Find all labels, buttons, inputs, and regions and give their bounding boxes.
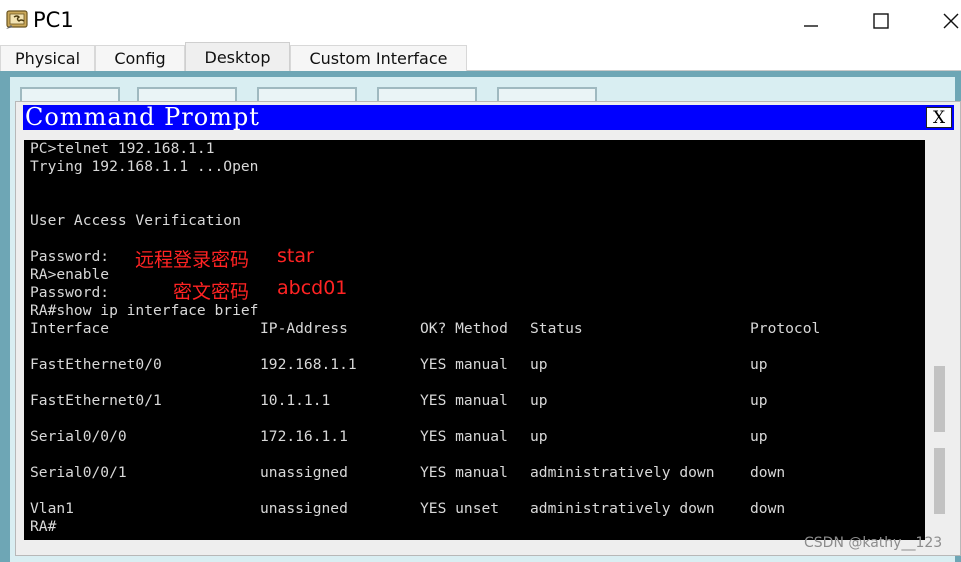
row-ok-method: YES manual [420, 392, 508, 409]
row-ip-address: 172.16.1.1 [260, 428, 348, 445]
row-status: administratively down [530, 500, 715, 517]
table-row: FastEthernet0/0 192.168.1.1 YES manual u… [30, 356, 910, 374]
command-prompt-titlebar: Command Prompt X [23, 103, 954, 131]
row-interface: Serial0/0/1 [30, 464, 127, 481]
row-ip-address: unassigned [260, 464, 348, 481]
window-title: PC1 [33, 8, 74, 32]
csdn-watermark: CSDN @kathy__123 [804, 535, 943, 551]
terminal-line: Password: [30, 248, 110, 265]
minimize-icon [804, 25, 818, 27]
maximize-icon [873, 13, 889, 29]
header-interface: Interface [30, 320, 110, 337]
row-status: administratively down [530, 464, 715, 481]
maximize-button[interactable] [861, 6, 901, 36]
header-ip-address: IP-Address [260, 320, 348, 337]
table-row: Serial0/0/1 unassigned YES manual admini… [30, 464, 910, 482]
minimize-button[interactable] [791, 6, 831, 36]
table-row: FastEthernet0/1 10.1.1.1 YES manual up u… [30, 392, 910, 410]
table-row: Serial0/0/0 172.16.1.1 YES manual up up [30, 428, 910, 446]
terminal-line: RA#show ip interface brief [30, 302, 259, 319]
annotation-secret-value: abcd01 [277, 277, 348, 299]
row-ok-method: YES unset [420, 500, 500, 517]
row-status: up [530, 392, 548, 409]
row-status: up [530, 356, 548, 373]
row-ip-address: 10.1.1.1 [260, 392, 331, 409]
annotation-secret-label: 密文密码 [173, 281, 250, 303]
scrollbar-thumb[interactable] [934, 366, 945, 432]
terminal-line: RA>enable [30, 266, 110, 283]
row-ip-address: 192.168.1.1 [260, 356, 357, 373]
row-status: up [530, 428, 548, 445]
row-protocol: down [750, 464, 786, 481]
command-prompt-title: Command Prompt [25, 103, 260, 131]
terminal-line: Password: [30, 284, 110, 301]
row-ip-address: unassigned [260, 500, 348, 517]
command-prompt-close-button[interactable]: X [926, 107, 952, 128]
window-titlebar: PC1 [0, 0, 961, 42]
row-interface: Vlan1 [30, 500, 74, 517]
tab-bar: Physical Config Desktop Custom Interface [0, 42, 961, 71]
scrollbar-thumb[interactable] [934, 448, 945, 514]
packet-tracer-pc-icon [5, 7, 31, 31]
table-row: Vlan1 unassigned YES unset administrativ… [30, 500, 910, 518]
row-protocol: up [750, 356, 768, 373]
tab-config[interactable]: Config [95, 45, 185, 71]
terminal-prompt: RA# [30, 518, 57, 535]
row-ok-method: YES manual [420, 356, 508, 373]
terminal-output[interactable]: PC>telnet 192.168.1.1 Trying 192.168.1.1… [24, 140, 925, 540]
header-status: Status [530, 320, 583, 337]
tab-desktop[interactable]: Desktop [185, 42, 290, 71]
close-button[interactable] [931, 6, 961, 36]
annotation-remote-password-label: 远程登录密码 [135, 249, 250, 271]
row-interface: FastEthernet0/1 [30, 392, 162, 409]
command-prompt-window: Command Prompt X PC>telnet 192.168.1.1 T… [15, 101, 961, 556]
row-interface: FastEthernet0/0 [30, 356, 162, 373]
terminal-line: Trying 192.168.1.1 ...Open [30, 158, 259, 175]
close-icon [943, 13, 959, 29]
tab-physical[interactable]: Physical [0, 45, 95, 71]
interface-table-header: Interface IP-Address OK? Method Status P… [30, 320, 910, 338]
row-protocol: up [750, 392, 768, 409]
row-ok-method: YES manual [420, 464, 508, 481]
header-ok-method: OK? Method [420, 320, 508, 337]
row-protocol: up [750, 428, 768, 445]
annotation-remote-password-value: star [277, 245, 314, 267]
tab-custom-interface[interactable]: Custom Interface [290, 45, 467, 71]
terminal-line: PC>telnet 192.168.1.1 [30, 140, 215, 157]
terminal-scrollbar[interactable] [930, 140, 948, 540]
header-protocol: Protocol [750, 320, 821, 337]
row-protocol: down [750, 500, 786, 517]
row-ok-method: YES manual [420, 428, 508, 445]
terminal-line: User Access Verification [30, 212, 241, 229]
row-interface: Serial0/0/0 [30, 428, 127, 445]
